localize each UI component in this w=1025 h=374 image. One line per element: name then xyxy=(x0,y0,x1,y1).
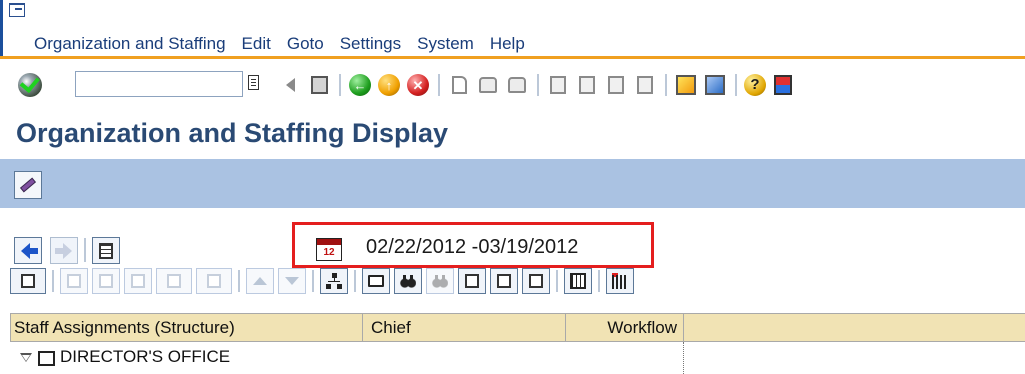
page-title: Organization and Staffing Display xyxy=(16,118,449,148)
org-unit-label[interactable]: DIRECTOR'S OFFICE xyxy=(60,347,230,367)
column-divider xyxy=(683,342,684,374)
toolbar-separator xyxy=(238,269,240,292)
printer-icon xyxy=(368,274,384,287)
command-history-icon[interactable] xyxy=(248,75,259,90)
toolbar-separator xyxy=(52,269,54,292)
structure-toolbar xyxy=(10,265,638,296)
find-icon[interactable] xyxy=(476,73,500,97)
paste-button[interactable] xyxy=(92,267,120,294)
menu-settings[interactable]: Settings xyxy=(332,32,409,56)
previous-page-icon[interactable] xyxy=(575,73,599,97)
menu-bar: Organization and Staffing Edit Goto Sett… xyxy=(34,32,533,56)
nav-separator xyxy=(84,238,86,262)
calendar-icon[interactable]: 12 xyxy=(316,238,342,261)
print-button[interactable] xyxy=(362,267,390,294)
toolbar-separator xyxy=(735,74,737,96)
next-object-button[interactable] xyxy=(50,237,78,264)
first-page-icon[interactable] xyxy=(546,73,570,97)
collapse-button[interactable] xyxy=(522,267,550,294)
enter-check-icon[interactable] xyxy=(18,73,42,97)
grid-icon xyxy=(570,272,586,289)
date-range-text: 02/22/2012 -03/19/2012 xyxy=(366,236,579,258)
assign-button[interactable] xyxy=(156,267,192,294)
column-config-button[interactable] xyxy=(564,267,592,294)
expand-all-button[interactable] xyxy=(490,267,518,294)
arrow-left-icon xyxy=(20,242,38,259)
previous-object-button[interactable] xyxy=(14,237,42,264)
exit-icon[interactable]: ↑ xyxy=(377,73,401,97)
save-icon[interactable] xyxy=(307,73,331,97)
last-page-icon[interactable] xyxy=(633,73,657,97)
menu-help[interactable]: Help xyxy=(482,32,533,56)
menu-system[interactable]: System xyxy=(409,32,482,56)
move-down-button[interactable] xyxy=(278,267,306,294)
overview-button[interactable] xyxy=(92,237,120,264)
org-unit-icon xyxy=(38,351,55,366)
column-header-staff-assignments[interactable]: Staff Assignments (Structure) xyxy=(11,314,363,341)
create-session-icon[interactable] xyxy=(674,73,698,97)
find-next-icon[interactable] xyxy=(505,73,529,97)
command-field[interactable] xyxy=(75,71,243,97)
choose-columns-button[interactable] xyxy=(606,267,634,294)
find-next-button[interactable] xyxy=(426,267,454,294)
menu-organization-and-staffing[interactable]: Organization and Staffing xyxy=(34,32,234,56)
find-button[interactable] xyxy=(394,267,422,294)
column-select-icon xyxy=(612,272,628,289)
menu-edit[interactable]: Edit xyxy=(234,32,279,56)
toolbar-separator xyxy=(537,74,539,96)
toolbar-separator xyxy=(665,74,667,96)
collapse-toolbar-icon[interactable] xyxy=(278,73,302,97)
next-page-icon[interactable] xyxy=(604,73,628,97)
list-icon xyxy=(99,242,113,259)
move-up-button[interactable] xyxy=(246,267,274,294)
layout-menu-icon[interactable] xyxy=(771,73,795,97)
binoculars-icon xyxy=(432,273,448,288)
toolbar-separator xyxy=(598,269,600,292)
standard-toolbar-icons: ← ↑ ✕ ? xyxy=(278,71,800,99)
application-toolbar xyxy=(0,159,1025,208)
menu-goto[interactable]: Goto xyxy=(279,32,332,56)
column-header-workflow[interactable]: Workflow xyxy=(566,314,684,341)
hierarchy-icon xyxy=(326,272,342,289)
cancel-icon[interactable]: ✕ xyxy=(406,73,430,97)
grid-header: Staff Assignments (Structure) Chief Work… xyxy=(10,313,1025,342)
toolbar-separator xyxy=(556,269,558,292)
arrow-up-icon xyxy=(253,276,267,285)
toolbar-separator xyxy=(438,74,440,96)
copy-button[interactable] xyxy=(60,267,88,294)
sort-hierarchy-button[interactable] xyxy=(320,267,348,294)
toolbar-separator xyxy=(354,269,356,292)
select-layout-button[interactable] xyxy=(10,267,46,294)
arrow-right-icon xyxy=(54,242,72,259)
binoculars-icon xyxy=(400,273,416,288)
delete-button[interactable] xyxy=(196,267,232,294)
help-icon[interactable]: ? xyxy=(744,74,766,96)
collapse-node-icon[interactable] xyxy=(20,353,32,362)
toolbar-separator xyxy=(312,269,314,292)
column-header-chief[interactable]: Chief xyxy=(363,314,566,341)
create-shortcut-icon[interactable] xyxy=(703,73,727,97)
system-menu-icon[interactable] xyxy=(9,3,25,17)
create-object-button[interactable] xyxy=(124,267,152,294)
arrow-down-icon xyxy=(285,276,299,285)
back-icon[interactable]: ← xyxy=(348,73,372,97)
standard-toolbar: ← ↑ ✕ ? xyxy=(0,59,1025,113)
toolbar-separator xyxy=(339,74,341,96)
print-icon[interactable] xyxy=(447,73,471,97)
expand-button[interactable] xyxy=(458,267,486,294)
calendar-day: 12 xyxy=(323,247,335,258)
display-change-pencil-icon[interactable] xyxy=(14,171,42,199)
